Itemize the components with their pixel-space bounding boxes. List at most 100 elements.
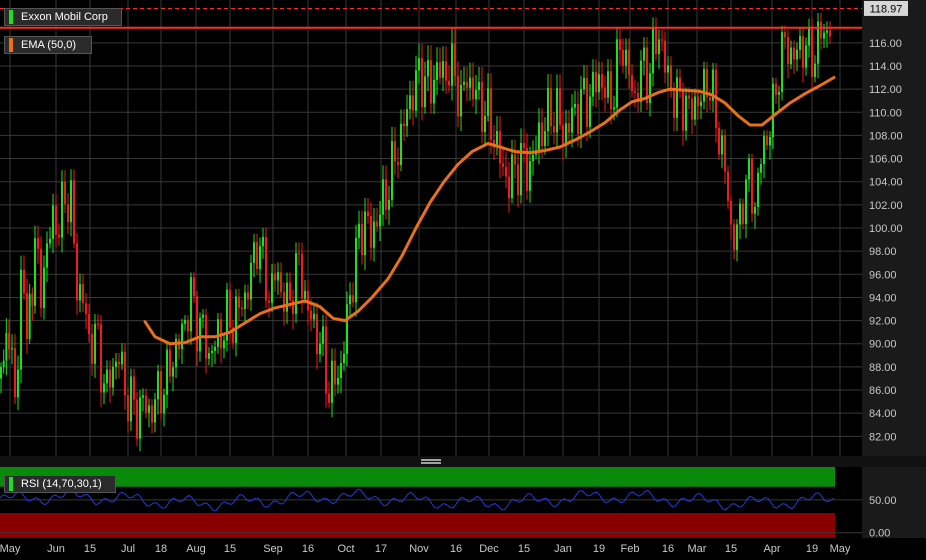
candle-body bbox=[181, 323, 183, 350]
candle-body bbox=[70, 180, 72, 223]
candle-body bbox=[502, 163, 504, 167]
candle-body bbox=[217, 319, 219, 347]
candle-body bbox=[277, 272, 279, 281]
candle-body bbox=[658, 39, 660, 54]
candle-body bbox=[247, 292, 249, 300]
candle-body bbox=[670, 65, 672, 92]
candle-body bbox=[412, 95, 414, 111]
candle-body bbox=[130, 376, 132, 422]
time-tick-label: 15 bbox=[518, 543, 530, 555]
candle-body bbox=[331, 360, 333, 403]
candle-body bbox=[634, 91, 636, 93]
candle-body bbox=[301, 253, 303, 299]
candle-body bbox=[700, 101, 702, 107]
candle-body bbox=[370, 216, 372, 248]
candle-body bbox=[58, 234, 60, 238]
candle-body bbox=[784, 32, 786, 38]
candle-body bbox=[397, 161, 399, 165]
candle-body bbox=[268, 300, 270, 303]
candle-body bbox=[133, 376, 135, 400]
candle-body bbox=[454, 43, 456, 77]
candle-body bbox=[148, 405, 150, 413]
candle-body bbox=[280, 272, 282, 293]
candle-body bbox=[376, 221, 378, 227]
candle-body bbox=[157, 371, 159, 400]
candle-body bbox=[52, 205, 54, 239]
candle-body bbox=[316, 313, 318, 355]
rsi-legend-swatch bbox=[9, 477, 13, 491]
candle-body bbox=[76, 243, 78, 301]
panel-divider bbox=[0, 456, 926, 467]
candle-body bbox=[685, 95, 687, 131]
price-tick-label: 112.00 bbox=[869, 84, 902, 96]
time-tick-label: 15 bbox=[725, 543, 737, 555]
candle-body bbox=[82, 284, 84, 304]
time-tick-label: 19 bbox=[806, 543, 818, 555]
candle-body bbox=[652, 27, 654, 74]
candle-body bbox=[187, 319, 189, 332]
candle-body bbox=[772, 83, 774, 138]
candle-body bbox=[655, 27, 657, 54]
candle-body bbox=[0, 367, 2, 379]
candle-body bbox=[49, 238, 51, 244]
candle-body bbox=[805, 45, 807, 68]
price-tick-label: 82.00 bbox=[869, 431, 897, 443]
candle-body bbox=[23, 269, 25, 294]
candle-body bbox=[562, 124, 564, 147]
candle-body bbox=[196, 296, 198, 352]
candle-body bbox=[241, 307, 243, 310]
price-tick-label: 114.00 bbox=[869, 61, 902, 73]
candle-body bbox=[781, 32, 783, 93]
candle-body bbox=[355, 237, 357, 303]
candle-body bbox=[163, 394, 165, 414]
candle-body bbox=[238, 296, 240, 308]
candle-body bbox=[448, 80, 450, 86]
candle-body bbox=[88, 313, 90, 334]
time-tick-label: Apr bbox=[763, 543, 780, 555]
candle-body bbox=[745, 179, 747, 224]
candle-body bbox=[775, 83, 777, 95]
time-tick-label: Dec bbox=[479, 543, 499, 555]
candle-body bbox=[646, 47, 648, 104]
candle-body bbox=[235, 296, 237, 343]
candle-body bbox=[484, 115, 486, 133]
candle-body bbox=[91, 333, 93, 364]
candle-body bbox=[589, 96, 591, 127]
candle-body bbox=[328, 393, 330, 403]
candle-body bbox=[361, 223, 363, 256]
candle-body bbox=[538, 122, 540, 151]
ema-legend[interactable]: EMA (50,0) bbox=[4, 36, 92, 54]
candle-body bbox=[724, 135, 726, 172]
candle-body bbox=[571, 107, 573, 133]
candle-body bbox=[526, 147, 528, 191]
rsi-oversold-zone bbox=[0, 513, 835, 538]
candle-body bbox=[436, 62, 438, 80]
rsi-overbought-zone bbox=[0, 467, 835, 487]
candle-body bbox=[529, 161, 531, 191]
price-tick-label: 110.00 bbox=[869, 107, 902, 119]
candle-body bbox=[733, 224, 735, 250]
candle-body bbox=[415, 70, 417, 111]
candle-body bbox=[607, 71, 609, 98]
candle-body bbox=[385, 179, 387, 210]
candle-body bbox=[17, 369, 19, 398]
candle-body bbox=[760, 164, 762, 173]
candle-body bbox=[451, 43, 453, 86]
candle-body bbox=[211, 350, 213, 354]
rsi-tick-label: 50.00 bbox=[869, 495, 897, 507]
time-tick-label: Jun bbox=[47, 543, 65, 555]
candle-body bbox=[253, 242, 255, 263]
candle-body bbox=[37, 238, 39, 249]
candle-body bbox=[304, 290, 306, 299]
candle-body bbox=[709, 97, 711, 101]
price-legend[interactable]: Exxon Mobil Corp bbox=[4, 8, 122, 26]
price-tick-label: 88.00 bbox=[869, 362, 897, 374]
candle-body bbox=[289, 282, 291, 300]
price-tick-label: 92.00 bbox=[869, 316, 897, 328]
candle-body bbox=[664, 40, 666, 73]
rsi-legend[interactable]: RSI (14,70,30,1) bbox=[4, 475, 116, 493]
candle-body bbox=[343, 353, 345, 364]
time-tick-label: Jan bbox=[554, 543, 572, 555]
candle-body bbox=[463, 81, 465, 85]
candle-body bbox=[814, 63, 816, 77]
